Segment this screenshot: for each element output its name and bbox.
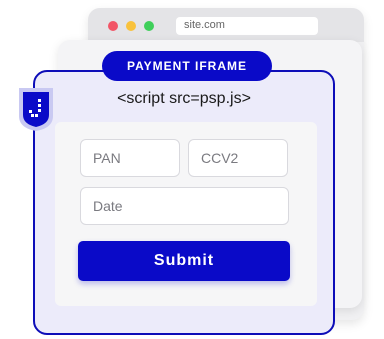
browser-title-bar: site.com	[88, 8, 364, 42]
pan-input[interactable]: PAN	[80, 139, 180, 177]
script-tag-text: <script src=psp.js>	[117, 90, 251, 107]
address-bar[interactable]: site.com	[176, 17, 318, 35]
date-input[interactable]: Date	[80, 187, 289, 225]
payment-iframe-label: PAYMENT IFRAME	[102, 51, 272, 81]
ccv-input[interactable]: CCV2	[188, 139, 288, 177]
maximize-window-dot[interactable]	[144, 21, 154, 31]
minimize-window-dot[interactable]	[126, 21, 136, 31]
address-url: site.com	[184, 19, 225, 31]
submit-button[interactable]: Submit	[78, 241, 290, 281]
close-window-dot[interactable]	[108, 21, 118, 31]
